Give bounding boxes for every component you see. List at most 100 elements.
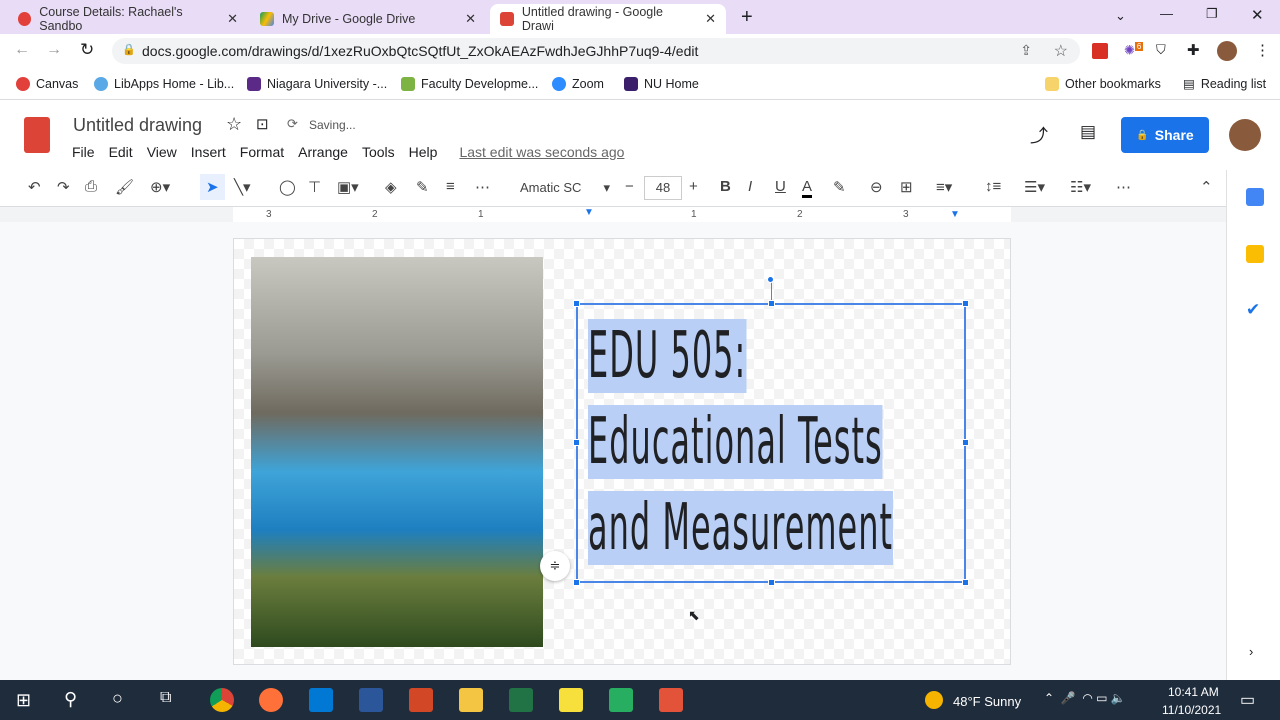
menu-format[interactable]: Format	[240, 144, 284, 160]
tab-course-details[interactable]: Course Details: Rachael's Sandbo ✕	[8, 4, 248, 34]
horizontal-ruler[interactable]: 3 2 1 ▼ 1 2 3 ▼	[0, 206, 1226, 222]
windows-start-icon[interactable]: ⊞	[16, 690, 31, 711]
menu-edit[interactable]: Edit	[109, 144, 133, 160]
more-icon[interactable]: ⋯	[1116, 178, 1131, 196]
bookmark-faculty[interactable]: Faculty Developme...	[401, 76, 538, 91]
bookmark-niagara[interactable]: Niagara University -...	[247, 76, 387, 91]
browser-menu-icon[interactable]: ⋮	[1255, 41, 1270, 59]
highlight-icon[interactable]: ✎	[833, 178, 846, 196]
resize-handle[interactable]	[768, 300, 775, 307]
vertical-align-icon[interactable]: ≑	[540, 551, 570, 581]
resize-handle[interactable]	[962, 439, 969, 446]
redo-icon[interactable]: ↷	[57, 178, 70, 196]
image-icon[interactable]: ▣▾	[337, 178, 359, 196]
document-title[interactable]: Untitled drawing	[73, 115, 202, 136]
border-color-icon[interactable]: ✎	[416, 178, 429, 196]
share-page-icon[interactable]: ⇪	[1020, 42, 1032, 59]
right-indent-marker[interactable]: ▼	[950, 209, 960, 220]
forward-icon[interactable]: →	[46, 41, 62, 59]
collapse-toolbar-icon[interactable]: ⌃	[1200, 178, 1213, 196]
back-icon[interactable]: ←	[14, 41, 30, 59]
tray-icons[interactable]: ⌃ 🎤 ◠ ▭ 🔈	[1044, 691, 1126, 705]
resize-handle[interactable]	[768, 579, 775, 586]
increase-size-button[interactable]: +	[689, 178, 698, 195]
calendar-icon[interactable]	[1246, 188, 1264, 206]
camtasia-icon[interactable]	[609, 688, 633, 712]
shape-icon[interactable]: ◯	[279, 178, 296, 196]
bookmark-nu-home[interactable]: NU Home	[624, 76, 699, 91]
resize-handle[interactable]	[962, 300, 969, 307]
word-icon[interactable]	[359, 688, 383, 712]
weather-text[interactable]: 48°F Sunny	[953, 694, 1021, 709]
minimize-button[interactable]: —	[1160, 6, 1173, 21]
border-weight-icon[interactable]: ≡	[446, 178, 455, 195]
tab-search-icon[interactable]: ⌄	[1115, 8, 1126, 24]
italic-icon[interactable]: I	[748, 178, 752, 195]
select-icon[interactable]: ➤	[200, 174, 225, 200]
canvas-app-icon[interactable]	[659, 688, 683, 712]
chrome-icon[interactable]	[210, 688, 234, 712]
outlook-icon[interactable]	[309, 688, 333, 712]
acrobat-extension-icon[interactable]	[1092, 43, 1108, 59]
menu-arrange[interactable]: Arrange	[298, 144, 348, 160]
text-box[interactable]: EDU 505: Educational Tests and Measureme…	[576, 303, 966, 583]
print-icon[interactable]: ⎙	[85, 178, 97, 195]
menu-file[interactable]: File	[72, 144, 95, 160]
tab-untitled-drawing[interactable]: Untitled drawing - Google Drawi ✕	[490, 4, 726, 34]
close-icon[interactable]: ✕	[227, 11, 238, 27]
task-view-icon[interactable]: ⧉	[160, 689, 171, 707]
text-color-icon[interactable]: A	[802, 178, 813, 198]
restore-button[interactable]: ❐	[1206, 6, 1218, 22]
firefox-icon[interactable]	[259, 688, 283, 712]
clock-date[interactable]: 11/10/2021	[1162, 703, 1221, 717]
undo-icon[interactable]: ↶	[28, 178, 41, 196]
last-edit-link[interactable]: Last edit was seconds ago	[459, 144, 624, 160]
url-input[interactable]: 🔒 docs.google.com/drawings/d/1xezRuOxbQtc…	[112, 38, 1080, 64]
tasks-icon[interactable]: ✔	[1246, 300, 1260, 320]
file-explorer-icon[interactable]	[459, 688, 483, 712]
resize-handle[interactable]	[573, 439, 580, 446]
rotate-handle[interactable]	[767, 276, 774, 283]
bookmark-star-icon[interactable]: ☆	[1054, 41, 1068, 61]
bookmark-zoom[interactable]: Zoom	[552, 76, 604, 91]
menu-insert[interactable]: Insert	[191, 144, 226, 160]
close-icon[interactable]: ✕	[705, 11, 716, 27]
profile-avatar[interactable]	[1217, 41, 1237, 61]
resize-handle[interactable]	[573, 579, 580, 586]
link-icon[interactable]: ⊖	[870, 178, 883, 196]
menu-help[interactable]: Help	[409, 144, 438, 160]
move-folder-icon[interactable]: ⊡	[256, 115, 269, 133]
clock-time[interactable]: 10:41 AM	[1168, 685, 1219, 699]
activity-trend-icon[interactable]: ⤴	[1030, 122, 1048, 148]
drawings-logo-icon[interactable]	[24, 117, 50, 153]
sticky-notes-icon[interactable]	[559, 688, 583, 712]
shield-extension-icon[interactable]: ⛉	[1156, 42, 1166, 58]
menu-view[interactable]: View	[147, 144, 177, 160]
bulleted-list-icon[interactable]: ☰▾	[1024, 178, 1045, 196]
extension-icon[interactable]: ✺ 6	[1124, 42, 1144, 58]
account-avatar[interactable]	[1229, 119, 1261, 151]
font-select[interactable]: Amatic SC ▾	[520, 180, 610, 196]
new-tab-button[interactable]: +	[741, 6, 753, 29]
align-icon[interactable]: ≡▾	[936, 178, 952, 196]
line-spacing-icon[interactable]: ↕≡	[985, 178, 1001, 195]
star-icon[interactable]: ☆	[226, 114, 242, 135]
numbered-list-icon[interactable]: ☷▾	[1070, 178, 1091, 196]
menu-tools[interactable]: Tools	[362, 144, 395, 160]
share-button[interactable]: 🔒 Share	[1121, 117, 1209, 153]
resize-handle[interactable]	[962, 579, 969, 586]
search-icon[interactable]: ⚲	[64, 689, 77, 710]
reading-list[interactable]: ▤ Reading list	[1183, 76, 1266, 92]
bold-icon[interactable]: B	[720, 178, 731, 195]
underline-icon[interactable]: U	[775, 178, 786, 195]
text-box-content[interactable]: EDU 505: Educational Tests and Measureme…	[588, 313, 1198, 571]
close-icon[interactable]: ✕	[465, 11, 476, 27]
reload-icon[interactable]: ↻	[80, 40, 94, 60]
dogs-in-pool-image[interactable]	[251, 257, 543, 647]
left-indent-marker[interactable]: ▼	[584, 207, 594, 218]
cortana-icon[interactable]: ○	[112, 688, 123, 709]
excel-icon[interactable]	[509, 688, 533, 712]
notifications-icon[interactable]: ▭	[1240, 690, 1255, 710]
expand-panel-icon[interactable]: ›	[1249, 644, 1253, 659]
powerpoint-icon[interactable]	[409, 688, 433, 712]
